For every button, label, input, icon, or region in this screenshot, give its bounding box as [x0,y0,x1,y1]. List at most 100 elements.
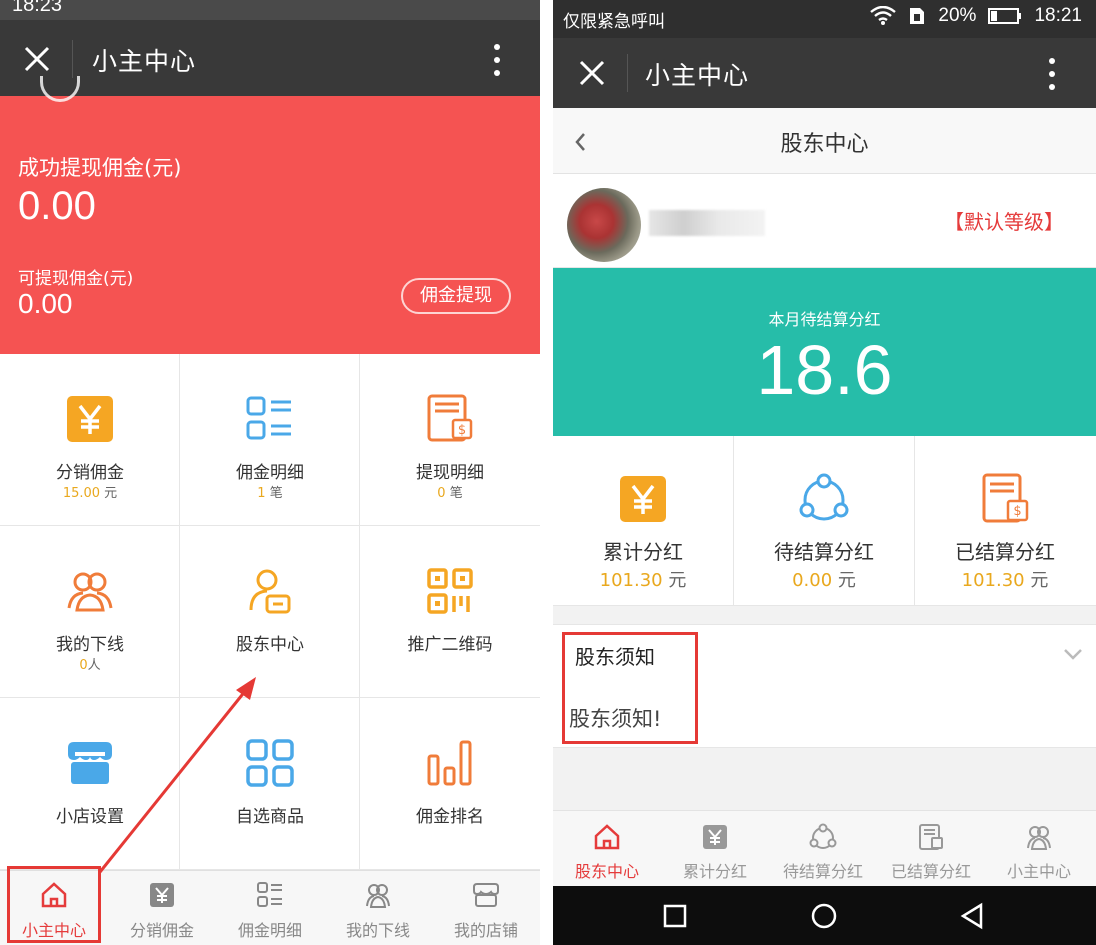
grid-item-label: 分销佣金 [56,463,124,483]
more-menu-icon[interactable] [1037,56,1067,92]
grid-item-shop-settings[interactable]: 小店设置 [0,698,180,870]
sim-icon [910,8,925,24]
home-icon [594,824,620,850]
home-circle-icon[interactable] [806,898,842,934]
yen-icon [703,825,727,849]
grid-item-sub: 0人 [79,658,101,673]
monthly-dividend-label: 本月待结算分红 [768,310,881,329]
tab-label: 佣金明细 [237,921,302,940]
nav-title: 小主中心 [645,61,750,90]
tab-commission-detail[interactable]: 佣金明细 [216,871,324,945]
withdrawn-commission-value: 0.00 [18,184,96,228]
close-icon[interactable] [20,42,54,76]
recents-square-icon[interactable] [657,898,693,934]
list-icon [246,396,291,440]
right-phone-screen: 仅限紧急呼叫 20% 18:21 小主中心 股东中心 【默认等级】 本月待结算分… [553,0,1096,945]
grid-item-label: 我的下线 [56,635,124,655]
settled-record-icon: $ [982,473,1029,523]
grid-item-shareholder-center[interactable]: 股东中心 [180,526,360,698]
nav-divider [72,40,73,78]
app-nav-bar: 小主中心 [0,20,540,96]
more-menu-icon[interactable] [482,42,512,78]
available-commission-value: 0.00 [18,288,73,319]
users-icon [1027,826,1051,850]
wifi-icon [870,6,897,25]
tab-pending-dividend[interactable]: 待结算分红 [769,811,877,887]
grid-item-sub: 0 笔 [437,486,463,501]
grid-item-commission-detail[interactable]: 佣金明细 1 笔 [180,354,360,526]
grid-item-label: 佣金排名 [416,807,484,827]
grid-item-sub: 1 笔 [257,486,283,501]
highlight-box-notice [562,632,698,744]
grid-item-my-downline[interactable]: 我的下线 0人 [0,526,180,698]
user-profile-row: 【默认等级】 [553,174,1096,268]
grid-item-withdraw-detail[interactable]: $ 提现明细 0 笔 [360,354,540,526]
status-icons: 20% 18:21 [870,5,1082,27]
tab-label: 小主中心 [1006,862,1071,881]
tab-shareholder-center[interactable]: 股东中心 [553,811,661,887]
store-icon [473,883,499,907]
stat-label: 待结算分红 [774,540,874,564]
monthly-dividend-value: 18.6 [756,331,893,409]
withdraw-commission-button[interactable]: 佣金提现 [401,278,511,314]
screenshot-root: 18:23 16 小主中心 成功提现佣金(元) 0.00 可提现佣金(元) 0.… [0,0,1096,945]
nav-divider [627,54,628,92]
tab-xiaozhu-center[interactable]: 小主中心 [985,811,1093,887]
page-header: 股东中心 [553,108,1096,174]
tab-distribution-commission[interactable]: 分销佣金 [108,871,216,945]
stat-pending-dividend[interactable]: 待结算分红 0.00 元 [734,436,915,606]
screenshot-divider [540,0,553,945]
tab-label: 已结算分红 [890,862,971,881]
withdrawn-commission-label: 成功提现佣金(元) [18,156,182,180]
monthly-dividend-card: 本月待结算分红 18.6 [553,268,1096,436]
tab-label: 我的店铺 [453,921,518,940]
member-level-badge: 【默认等级】 [944,210,1064,234]
share-circle-icon [799,473,849,521]
stat-label: 已结算分红 [955,540,1055,564]
grid-item-commission-ranking[interactable]: 佣金排名 [360,698,540,870]
tab-my-downline[interactable]: 我的下线 [324,871,432,945]
tab-my-store[interactable]: 我的店铺 [432,871,540,945]
yen-icon [150,883,174,907]
grid-item-label: 自选商品 [236,807,304,827]
grid-item-pick-products[interactable]: 自选商品 [180,698,360,870]
grid-item-label: 股东中心 [236,635,304,655]
stat-total-dividend[interactable]: 累计分红 101.30 元 [553,436,734,606]
status-time: 18:21 [1034,5,1082,26]
yen-icon [67,396,113,442]
grid-item-promo-qr[interactable]: 推广二维码 [360,526,540,698]
tab-label: 股东中心 [574,862,639,881]
shareholder-icon [249,569,291,614]
app-nav-bar: 小主中心 [553,38,1096,108]
tab-settled-dividend[interactable]: 已结算分红 [877,811,985,887]
tab-total-dividend[interactable]: 累计分红 [661,811,769,887]
stat-value: 101.30 元 [599,570,687,591]
stat-label: 累计分红 [603,540,683,564]
close-icon[interactable] [575,56,609,90]
stat-settled-dividend[interactable]: $ 已结算分红 101.30 元 [915,436,1096,606]
username-blurred [649,210,765,236]
system-nav-bar [553,886,1096,945]
svg-text:$: $ [1013,504,1021,519]
back-triangle-icon[interactable] [955,898,991,934]
avatar [567,188,641,262]
battery-percent: 20% [938,5,977,26]
tab-label: 我的下线 [345,921,410,940]
status-bar: 18:23 16 [0,0,540,20]
chevron-down-icon[interactable] [1062,647,1084,661]
dividend-stats: 累计分红 101.30 元 待结算分红 0.00 元 $ 已结算分红 101.3… [553,436,1096,606]
share-circle-icon [809,823,837,849]
stat-value: 101.30 元 [961,570,1049,591]
status-bar: 仅限紧急呼叫 20% 18:21 [553,0,1096,38]
carrier-text: 仅限紧急呼叫 [563,12,665,32]
grid-item-distribution-commission[interactable]: 分销佣金 15.00 元 [0,354,180,526]
stat-value: 0.00 元 [792,570,856,591]
status-time: 18:23 [12,0,63,16]
grid-item-label: 小店设置 [56,807,124,827]
yen-icon [620,476,666,522]
tab-label: 累计分红 [682,862,747,881]
function-grid: 分销佣金 15.00 元 佣金明细 1 笔 $ 提现明细 0 笔 我的下线 0人 [0,354,540,870]
grid-icon [246,739,294,787]
shop-settings-icon [68,742,112,784]
grid-item-label: 推广二维码 [407,635,493,655]
